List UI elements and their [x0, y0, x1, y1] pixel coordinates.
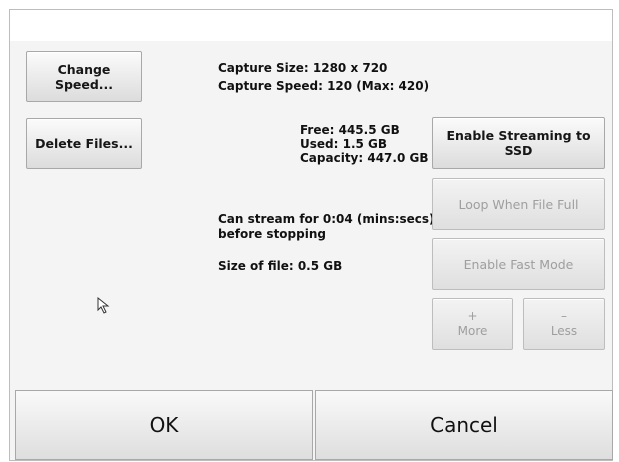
stream-stop-text: before stopping [218, 227, 326, 241]
plus-icon: + [467, 309, 478, 323]
capture-size-text: Capture Size: 1280 x 720 [218, 61, 388, 75]
disk-capacity-text: Capacity: 447.0 GB [300, 151, 429, 165]
mouse-pointer-icon [97, 297, 110, 314]
capture-speed-text: Capture Speed: 120 (Max: 420) [218, 79, 430, 93]
minus-icon: – [561, 309, 567, 323]
dialog-titlebar [10, 10, 612, 41]
more-button[interactable]: + More [432, 298, 513, 350]
disk-used-text: Used: 1.5 GB [300, 137, 388, 151]
stream-duration-text: Can stream for 0:04 (mins:secs) [218, 212, 435, 226]
loop-when-file-full-button[interactable]: Loop When File Full [432, 178, 605, 230]
streaming-settings-dialog: Change Speed... Delete Files... Capture … [9, 9, 613, 461]
more-label: More [457, 324, 488, 338]
disk-free-text: Free: 445.5 GB [300, 123, 400, 137]
delete-files-button[interactable]: Delete Files... [26, 118, 142, 169]
less-label: Less [550, 324, 578, 338]
ok-button[interactable]: OK [15, 390, 313, 460]
cancel-button[interactable]: Cancel [315, 390, 613, 460]
change-speed-button[interactable]: Change Speed... [26, 51, 142, 102]
less-button[interactable]: – Less [523, 298, 605, 350]
enable-fast-mode-button[interactable]: Enable Fast Mode [432, 238, 605, 290]
enable-streaming-button[interactable]: Enable Streaming to SSD [432, 117, 605, 169]
file-size-text: Size of file: 0.5 GB [218, 259, 343, 273]
